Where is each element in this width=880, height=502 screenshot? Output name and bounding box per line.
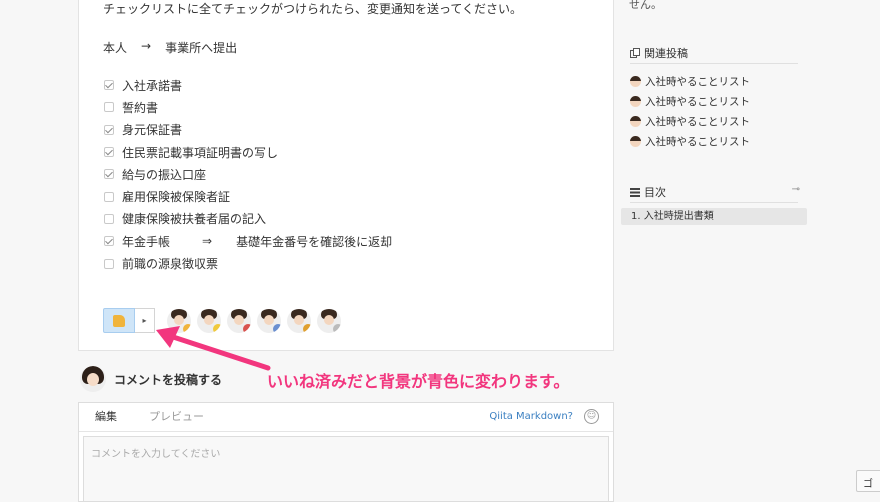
checkbox[interactable] <box>104 191 114 202</box>
reactor-avatar[interactable] <box>287 308 311 333</box>
like-button[interactable] <box>103 308 135 333</box>
author-avatar <box>630 95 641 107</box>
checklist-item: 年金手帳 ⇒ 基礎年金番号を確認後に返却 <box>104 230 392 252</box>
checkbox[interactable] <box>104 147 114 158</box>
thumbs-up-icon <box>113 314 125 327</box>
list-icon <box>630 187 640 197</box>
checklist-item: 誓約書 <box>104 96 392 118</box>
checkbox[interactable] <box>104 80 114 91</box>
related-post-item[interactable]: 入社時やることリスト <box>630 111 750 131</box>
toc-heading: 目次 ⊸ <box>630 184 800 200</box>
tab-edit[interactable]: 編集 <box>79 403 133 431</box>
comment-header: コメントを投稿する <box>80 366 222 392</box>
checklist-label: 身元保証書 <box>122 123 183 138</box>
checklist-label: 前職の源泉徴収票 <box>122 257 219 272</box>
route-arrow: → <box>141 39 152 53</box>
divider <box>630 63 798 64</box>
checklist-item: 住民票記載事項証明書の写し <box>104 141 392 163</box>
checklist-label: 給与の振込口座 <box>122 167 207 182</box>
checkbox[interactable] <box>104 169 114 180</box>
editor-tabs: 編集 プレビュー Qiita Markdown? ☺ <box>79 403 613 432</box>
sidebar-top-text: せん。 <box>629 0 662 11</box>
related-post-item[interactable]: 入社時やることリスト <box>630 91 750 111</box>
checklist-item: 健康保険被扶養者届の記入 <box>104 208 392 230</box>
checkbox[interactable] <box>104 124 114 135</box>
author-avatar <box>630 135 641 147</box>
emoji-icon[interactable]: ☺ <box>584 409 599 424</box>
double-arrow: ⇒ <box>202 234 213 249</box>
tab-preview[interactable]: プレビュー <box>133 403 220 431</box>
checklist-item: 給与の振込口座 <box>104 163 392 185</box>
author-avatar <box>630 115 641 127</box>
markdown-help-link[interactable]: Qiita Markdown? <box>489 411 573 422</box>
reaction-badge-icon <box>273 323 281 333</box>
submission-route: 本人 → 事業所へ提出 <box>103 39 237 56</box>
reaction-badge-icon <box>183 323 191 333</box>
related-post-item[interactable]: 入社時やることリスト <box>630 131 750 151</box>
checklist-label: 誓約書 <box>122 100 159 115</box>
related-post-link[interactable]: 入社時やることリスト <box>645 114 750 129</box>
checklist-item: 前職の源泉徴収票 <box>104 252 392 274</box>
reaction-badge-icon <box>303 323 311 333</box>
related-post-link[interactable]: 入社時やることリスト <box>645 134 750 149</box>
reaction-badge-icon <box>243 323 251 333</box>
annotation-caption: いいね済みだと背景が青色に変わります。 <box>267 372 570 391</box>
route-to: 事業所へ提出 <box>165 41 238 55</box>
checklist-item: 身元保証書 <box>104 119 392 141</box>
reactor-avatar[interactable] <box>317 308 341 333</box>
author-avatar <box>630 75 641 87</box>
checklist-label: 雇用保険被保険者証 <box>122 190 231 205</box>
divider <box>630 202 798 203</box>
intro-text: チェックリストに全てチェックがつけられたら、変更通知を送ってください。 <box>103 2 523 16</box>
checklist-label: 健康保険被扶養者届の記入 <box>122 212 267 227</box>
user-avatar <box>80 366 106 392</box>
related-posts-title: 関連投稿 <box>644 47 688 60</box>
comment-input[interactable]: コメントを入力してください <box>83 436 609 502</box>
caret-right-icon: ▸ <box>142 316 147 325</box>
checklist: 入社承諾書 誓約書 身元保証書 住民票記載事項証明書の写し 給与の振込口座 雇用… <box>104 74 392 275</box>
reaction-badge-icon <box>213 323 221 333</box>
toc-item[interactable]: 1. 入社時提出書類 <box>621 208 807 225</box>
reaction-badge-icon <box>333 323 341 333</box>
checkbox[interactable] <box>104 236 114 247</box>
toc-title: 目次 <box>644 186 666 199</box>
checklist-note: 基礎年金番号を確認後に返却 <box>236 234 393 249</box>
comment-title: コメントを投稿する <box>114 372 223 387</box>
related-posts-list: 入社時やることリスト 入社時やることリスト 入社時やることリスト 入社時やること… <box>630 71 750 151</box>
checklist-label: 年金手帳 <box>122 234 171 249</box>
checklist-label: 入社承諾書 <box>122 78 183 93</box>
edge-button[interactable]: ゴ <box>856 470 880 492</box>
route-from: 本人 <box>103 41 128 55</box>
related-posts-icon <box>630 48 640 58</box>
related-post-link[interactable]: 入社時やることリスト <box>645 74 750 89</box>
checklist-label: 住民票記載事項証明書の写し <box>122 145 279 160</box>
checklist-item: 雇用保険被保険者証 <box>104 185 392 207</box>
related-post-item[interactable]: 入社時やることリスト <box>630 71 750 91</box>
comment-editor: 編集 プレビュー Qiita Markdown? ☺ コメントを入力してください <box>78 402 614 502</box>
checklist-item: 入社承諾書 <box>104 74 392 96</box>
related-post-link[interactable]: 入社時やることリスト <box>645 94 750 109</box>
checkbox[interactable] <box>104 213 114 224</box>
related-posts-heading: 関連投稿 <box>630 45 688 61</box>
checkbox[interactable] <box>104 102 114 113</box>
checkbox[interactable] <box>104 258 114 269</box>
pin-icon[interactable]: ⊸ <box>792 184 800 195</box>
